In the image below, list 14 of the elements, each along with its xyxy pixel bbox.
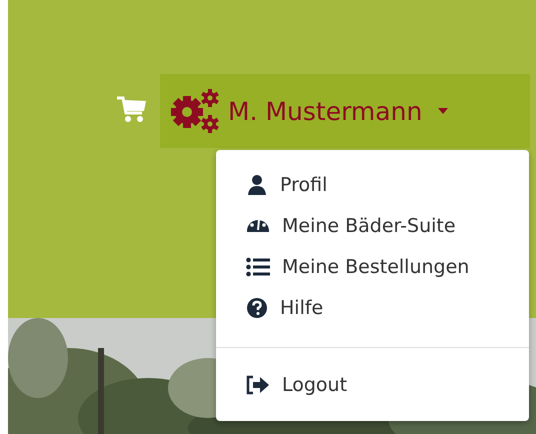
menu-item[interactable]: Meine Bäder-Suite	[216, 205, 529, 246]
caret-icon	[438, 108, 448, 114]
menu-item[interactable]: Hilfe	[216, 287, 529, 328]
user-icon	[246, 174, 268, 196]
logout-link[interactable]: Logout	[216, 364, 529, 405]
gears-icon	[170, 88, 222, 134]
cart-icon	[117, 95, 147, 123]
menu-item[interactable]: Meine Bestellungen	[216, 246, 529, 287]
gauge-icon	[246, 219, 270, 232]
menu-item[interactable]: Profil	[216, 164, 529, 205]
logout-icon	[246, 374, 270, 394]
user-menu-button[interactable]: M. Mustermann	[160, 74, 530, 148]
list-icon	[246, 256, 270, 276]
help-icon	[246, 296, 268, 318]
